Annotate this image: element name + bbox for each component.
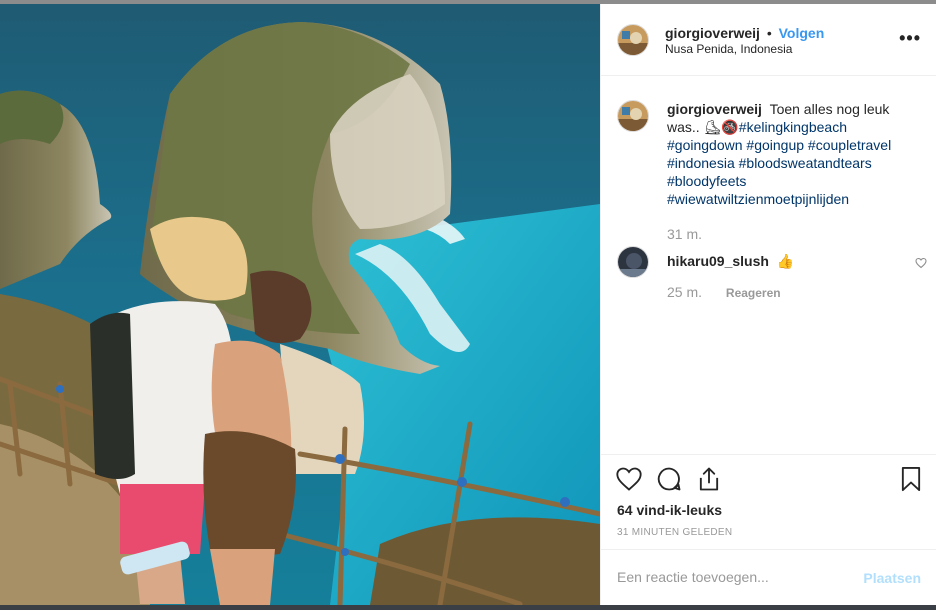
heart-icon [616, 467, 642, 491]
share-icon [699, 467, 719, 491]
caption-avatar[interactable] [617, 100, 649, 132]
author-avatar-image [618, 25, 648, 55]
post-side-panel: giorgioverweij • Volgen Nusa Penida, Ind… [600, 4, 936, 605]
author-avatar[interactable] [617, 24, 649, 56]
hashtag-link[interactable]: #coupletravel [808, 137, 891, 153]
caption-item: giorgioverweij Toen alles nog leuk was..… [617, 100, 927, 260]
post-actions: 64 vind-ik-leuks 31 MINUTEN GELEDEN [601, 454, 936, 549]
follow-button[interactable]: Volgen [779, 25, 825, 41]
likes-count[interactable]: 64 vind-ik-leuks [617, 502, 722, 518]
share-button[interactable] [695, 465, 723, 493]
caption-age[interactable]: 31 m. [667, 226, 702, 242]
save-button[interactable] [897, 465, 925, 493]
comment-meta: 25 m. Reageren [667, 284, 781, 300]
comment-age[interactable]: 25 m. [667, 284, 702, 300]
post-comment-button[interactable]: Plaatsen [863, 570, 921, 586]
caption-avatar-image [618, 101, 648, 131]
caption-username[interactable]: giorgioverweij [667, 101, 762, 117]
hashtag-link[interactable]: #goingdown [667, 137, 743, 153]
heart-small-icon [915, 257, 927, 269]
more-options-icon[interactable]: ••• [899, 28, 921, 49]
hashtag-link[interactable]: #goingup [746, 137, 804, 153]
commenter-avatar[interactable] [617, 246, 649, 278]
author-username[interactable]: giorgioverweij [665, 25, 760, 41]
commenter-avatar-image [618, 247, 648, 277]
reply-button[interactable]: Reageren [726, 286, 781, 300]
comment-icon [657, 467, 681, 491]
hashtag-link[interactable]: #indonesia [667, 155, 735, 171]
kelingking-beach-photo [0, 4, 600, 605]
hashtag-link[interactable]: #kelingkingbeach [739, 119, 847, 135]
post-timestamp[interactable]: 31 MINUTEN GELEDEN [617, 527, 732, 538]
caption-text: giorgioverweij Toen alles nog leuk was..… [667, 100, 912, 208]
hashtag-link[interactable]: #wiewatwiltzienmoetpijnlijden [667, 191, 849, 207]
author-line: giorgioverweij • Volgen [665, 25, 824, 41]
commenter-username[interactable]: hikaru09_slush [667, 253, 769, 269]
caption-emojis: ⛸🚳 [703, 119, 739, 135]
post-photo[interactable] [0, 4, 600, 605]
bookmark-icon [901, 466, 921, 492]
comment-text: hikaru09_slush 👍 [667, 252, 912, 270]
comment-button[interactable] [655, 465, 683, 493]
comment-body: 👍 [776, 253, 795, 269]
bottom-strip [0, 605, 936, 610]
post-header: giorgioverweij • Volgen Nusa Penida, Ind… [601, 4, 936, 76]
post-location[interactable]: Nusa Penida, Indonesia [665, 42, 792, 56]
header-separator: • [766, 25, 772, 41]
comment-like-icon[interactable] [915, 256, 927, 274]
add-comment-bar: Plaatsen [601, 549, 936, 605]
comment-item: hikaru09_slush 👍 25 m. Reageren [617, 246, 927, 306]
comment-input[interactable] [617, 562, 847, 592]
like-button[interactable] [615, 465, 643, 493]
comments-list[interactable]: giorgioverweij Toen alles nog leuk was..… [601, 76, 936, 454]
hashtag-link[interactable]: #bloodyfeets [667, 173, 746, 189]
hashtag-link[interactable]: #bloodsweatandtears [739, 155, 872, 171]
